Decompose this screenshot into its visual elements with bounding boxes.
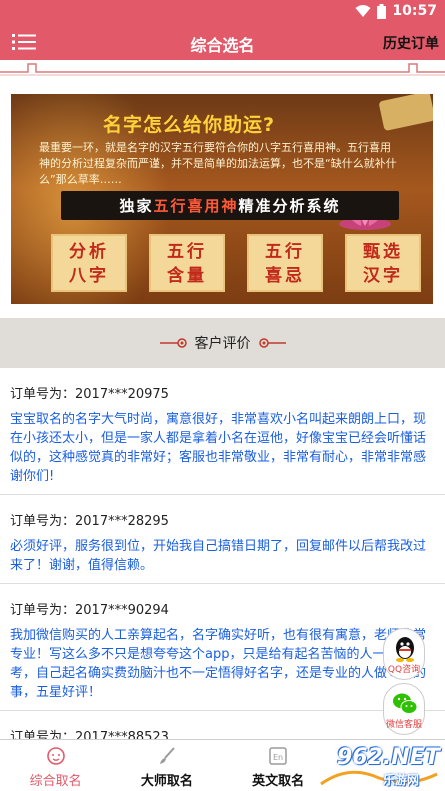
wifi-icon [355,5,371,17]
banner-headline: 名字怎么给你助运? [103,114,276,136]
history-orders-link[interactable]: 历史订单 [383,33,439,53]
nav-master-naming[interactable]: 大师取名 [111,740,222,791]
review-text: 宝宝取名的名字大气时尚，寓意很好，非常喜欢小名叫起来朗朗上口，现在小孩还太小，但… [10,412,427,484]
seal-line: 八字 [69,266,109,286]
baby-face-icon [46,747,65,765]
seal-wuxing-content: 五行 含量 [149,234,225,292]
qq-label: QQ咨询 [387,665,421,675]
seal-line: 喜忌 [265,266,305,286]
seal-line: 分析 [69,242,109,262]
seal-line: 五行 [167,242,207,262]
english-doc-icon: En [269,747,287,765]
qq-penguin-icon [396,637,414,662]
seal-line: 含量 [167,266,207,286]
seal-wuxing-likes: 五行 喜忌 [247,234,323,292]
status-time: 10:57 [392,3,437,19]
wechat-label: 微信客服 [385,720,422,730]
review-item: 订单号为：2017***90294 我加微信购买的人工亲算起名，名字确实好听，也… [0,584,445,711]
brush-icon [159,747,175,764]
tagline-highlight: 五行喜用神 [153,197,239,215]
promo-banner[interactable]: 名字怎么给你助运? 最重要一环，就是名字的汉字五行要符合你的八字五行喜用神。五行… [11,94,433,304]
banner-tagline: 独家五行喜用神精准分析系统 [61,191,399,220]
feature-seals: 分析八字 五行含量 五行喜忌 甄选汉字 [51,234,421,292]
review-text: 必须好评，服务很到位，开始我自己搞错日期了，回复邮件以后帮我改过来了！谢谢，值得… [10,539,427,573]
right-ornament-icon [259,338,286,348]
battery-icon [377,3,387,19]
review-item: 订单号为：2017***88523 [0,711,445,739]
watermark-main-text: 962.NET [337,745,440,770]
wechat-service-button[interactable]: 微信客服 [383,683,425,735]
seal-line: 五行 [265,242,305,262]
status-icons: 10:57 [355,3,437,19]
svg-text:En: En [273,753,283,762]
nav-label: 英文取名 [252,774,305,789]
seal-analyze-bazi: 分析 八字 [51,234,127,292]
order-number: 订单号为：2017***28295 [10,514,169,529]
wechat-icon [393,693,418,714]
watermark-sub-text: 乐游网 [383,773,420,787]
seal-line: 甄选 [363,242,403,262]
banner-body-text: 最重要一环，就是名字的汉字五行要符合你的八字五行喜用神。五行喜用神的分析过程复杂… [39,141,397,186]
nav-label: 大师取名 [140,774,193,789]
status-bar: 10:57 [0,0,445,24]
tagline-prefix: 独家 [119,197,154,215]
reviews-section-header: 客户评价 [0,318,445,368]
review-item: 订单号为：2017***28295 必须好评，服务很到位，开始我自己搞错日期了，… [0,495,445,584]
seal-select-chars: 甄选 汉字 [345,234,421,292]
review-list[interactable]: 订单号为：2017***20975 宝宝取名的名字大气时尚，寓意很好，非常喜欢小… [0,368,445,739]
nav-comprehensive-naming[interactable]: 综合取名 [0,740,111,791]
nav-english-naming[interactable]: En 英文取名 [223,740,334,791]
app-header: 综合选名 历史订单 [0,24,445,60]
order-number: 订单号为：2017***90294 [10,603,169,618]
review-item: 订单号为：2017***20975 宝宝取名的名字大气时尚，寓意很好，非常喜欢小… [0,368,445,495]
scroll-decoration [378,94,433,132]
order-number: 订单号为：2017***20975 [10,387,169,402]
review-text: 我加微信购买的人工亲算起名，名字确实好听，也有很有寓意，老师非常专业！写这么多不… [10,628,427,700]
watermark-logo: 962.NET 乐游网 [319,744,440,788]
nav-label: 综合取名 [29,774,82,789]
decorative-border [0,63,445,76]
reviews-title: 客户评价 [194,336,251,352]
qq-consult-button[interactable]: QQ咨询 [383,628,425,680]
page-title: 综合选名 [190,36,255,55]
order-number: 订单号为：2017***88523 [10,730,169,739]
tagline-suffix: 精准分析系统 [238,197,341,215]
seal-line: 汉字 [363,266,403,286]
